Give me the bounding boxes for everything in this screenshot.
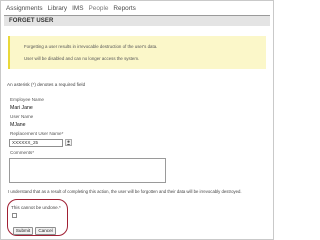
user-name-label: User Name xyxy=(10,114,34,119)
page-title: FORGET USER xyxy=(9,18,54,24)
warning-line-disabled: User will be disabled and can no longer … xyxy=(24,56,140,61)
nav-library[interactable]: Library xyxy=(48,4,68,14)
top-nav: Assignments Library IMS People Reports xyxy=(6,4,136,14)
user-picker-icon[interactable] xyxy=(65,139,72,146)
replacement-user-input[interactable]: XXXXXX_25 xyxy=(9,139,63,147)
nav-people[interactable]: People xyxy=(89,4,109,14)
warning-box: Forgetting a user results in irrevocable… xyxy=(8,36,266,69)
employee-name-value: Mari Jane xyxy=(10,105,33,111)
page-title-bar: FORGET USER xyxy=(4,16,270,26)
cannot-undo-label: This cannot be undone.* xyxy=(11,205,61,210)
replacement-user-value: XXXXXX_25 xyxy=(12,140,39,145)
replacement-user-label: Replacement User Name* xyxy=(10,131,64,136)
submit-button[interactable]: Submit xyxy=(13,227,33,235)
user-name-value: MJane xyxy=(10,122,26,128)
comments-label: Comments* xyxy=(10,150,34,155)
cancel-button[interactable]: Cancel xyxy=(35,227,56,235)
warning-line-destruction: Forgetting a user results in irrevocable… xyxy=(24,44,158,49)
nav-ims[interactable]: IMS xyxy=(72,4,83,14)
required-note: An asterisk (*) denotes a required field xyxy=(7,82,86,87)
employee-name-label: Employee Name xyxy=(10,97,44,102)
comments-field[interactable] xyxy=(9,158,166,183)
cannot-undo-checkbox[interactable] xyxy=(12,213,17,218)
nav-reports[interactable]: Reports xyxy=(113,4,135,14)
understand-statement: I understand that as a result of complet… xyxy=(8,189,242,194)
nav-assignments[interactable]: Assignments xyxy=(6,4,43,14)
